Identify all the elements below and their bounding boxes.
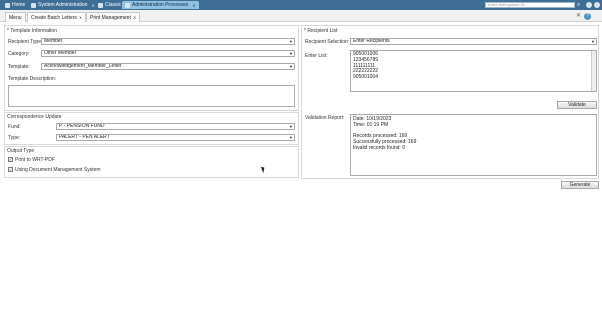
section-title: Output Type — [7, 148, 35, 154]
tab-print-management[interactable]: Print Management ✕ — [86, 12, 141, 22]
tab-administration-processes[interactable]: Administration Processes ✕ — [122, 1, 199, 9]
sub-tab-bar: Menu Create Batch Letters ✕ Print Manage… — [0, 10, 602, 22]
recipient-list-field[interactable]: 905001006 123456789 111111111 222222222 … — [350, 50, 597, 92]
tab-label: System Administration — [38, 2, 88, 8]
tab-label: Print Management — [90, 14, 131, 21]
chevron-down-icon: ▼ — [289, 64, 293, 69]
section-title: * Recipient List — [304, 28, 338, 34]
template-description-label: Template Description: — [8, 76, 57, 82]
fund-label: Fund: — [8, 124, 21, 130]
type-select[interactable]: PALERT - PEN ALERT ▼ — [56, 134, 295, 141]
chevron-down-icon: ▼ — [289, 51, 293, 56]
tab-label: Home — [12, 2, 26, 8]
category-select[interactable]: Other Member ▼ — [41, 50, 295, 57]
home-icon — [5, 2, 10, 8]
recipient-entries: 905001006 123456789 111111111 222222222 … — [353, 51, 379, 81]
select-value: PALERT - PEN ALERT — [59, 134, 110, 140]
list-scrollbar[interactable] — [591, 51, 596, 91]
close-icon[interactable]: ✕ — [192, 3, 195, 8]
category-label: Category: — [8, 51, 30, 57]
validation-report-field[interactable]: Date: 10/19/2023 Time: 01:19 PM Records … — [350, 114, 597, 176]
validation-report-text: Date: 10/19/2023 Time: 01:19 PM Records … — [353, 116, 416, 151]
chevron-down-icon: ▼ — [289, 124, 293, 129]
app-title-bar: Home System Administration ✕ Classic ✕ A… — [0, 0, 602, 10]
gear-icon — [31, 2, 36, 8]
tab-label: Menu — [9, 14, 22, 21]
section-title: Correspondence Update — [7, 114, 62, 120]
select-value: P - PENSION FUND — [59, 123, 105, 129]
select-value: Enter Recipients — [353, 38, 390, 44]
tab-home[interactable]: Home — [2, 1, 28, 9]
select-value: Acknowledgement_Member_Letter — [44, 63, 122, 69]
validate-button[interactable]: Validate — [557, 101, 597, 109]
tab-menu[interactable]: Menu — [5, 12, 26, 22]
recipient-type-label: Recipient Type: — [8, 39, 43, 45]
template-label: Template: — [8, 64, 30, 70]
print-to-pdf-checkbox[interactable]: ✓ — [8, 157, 13, 162]
section-title: * Template Information — [7, 28, 57, 34]
checkbox-label: Print to WRT-PDF — [15, 157, 55, 163]
user-icon[interactable] — [586, 2, 592, 8]
search-icon[interactable]: ⌕ — [577, 1, 584, 9]
close-icon[interactable]: ✕ — [133, 15, 136, 20]
help-icon[interactable]: ? — [584, 13, 591, 20]
output-type-panel: Output Type ✓ Print to WRT-PDF ✓ Using D… — [4, 146, 299, 178]
recipient-type-select[interactable]: Member ▼ — [41, 38, 295, 45]
checkbox-label: Using Document Management System — [15, 167, 101, 173]
chevron-down-icon: ▼ — [289, 39, 293, 44]
type-label: Type: — [8, 135, 21, 141]
close-all-icon[interactable]: ✕ — [576, 12, 581, 19]
recipient-list-panel: * Recipient List Recipient Selection: En… — [301, 25, 599, 179]
tab-label: Classic — [105, 2, 122, 8]
list-item: 905001004 — [353, 74, 379, 81]
recipient-selection-label: Recipient Selection: — [305, 39, 350, 45]
process-icon — [125, 2, 130, 8]
chevron-down-icon: ▼ — [591, 39, 595, 44]
chevron-down-icon: ▼ — [289, 135, 293, 140]
classic-icon — [98, 2, 103, 8]
recipient-selection-select[interactable]: Enter Recipients ▼ — [350, 38, 597, 45]
template-info-panel: * Template Information Recipient Type: M… — [4, 25, 299, 111]
search-input[interactable]: enter distinguised ID — [485, 2, 575, 8]
close-icon[interactable]: ✕ — [79, 15, 82, 20]
correspondence-panel: Correspondence Update Fund: P - PENSION … — [4, 112, 299, 145]
select-value: Other Member — [44, 50, 77, 56]
report-invalid-records: Invalid records found: 0 — [353, 145, 405, 151]
fund-select[interactable]: P - PENSION FUND ▼ — [56, 123, 295, 130]
document-management-checkbox[interactable]: ✓ — [8, 167, 13, 172]
tab-label: Create Batch Letters — [31, 14, 77, 21]
generate-button[interactable]: Generate — [561, 181, 599, 189]
select-value: Member — [44, 38, 63, 44]
tab-label: Administration Processes — [132, 2, 189, 8]
enter-list-label: Enter List: — [305, 53, 328, 59]
validation-report-label: Validation Report: — [305, 115, 345, 121]
template-select[interactable]: Acknowledgement_Member_Letter ▼ — [41, 63, 295, 70]
tab-create-batch-letters[interactable]: Create Batch Letters ✕ — [27, 12, 87, 22]
template-description-field[interactable] — [8, 85, 295, 107]
tab-system-administration[interactable]: System Administration ✕ — [28, 1, 98, 9]
settings-icon[interactable] — [594, 2, 600, 8]
